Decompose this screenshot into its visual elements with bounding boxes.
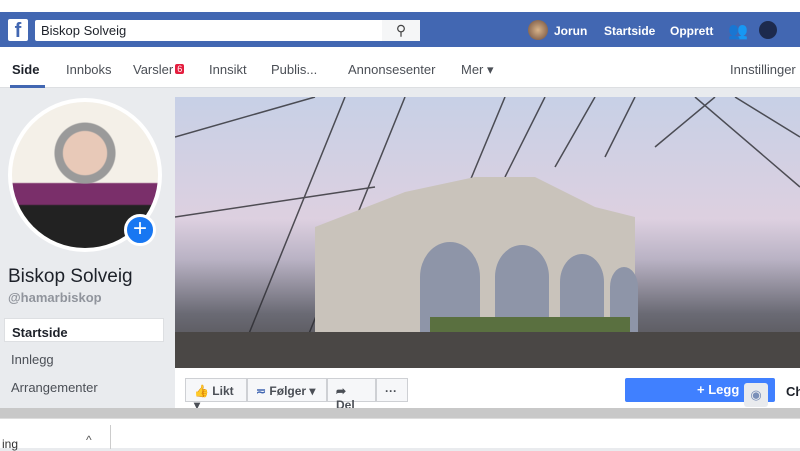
- facebook-logo[interactable]: f: [8, 19, 28, 42]
- tab-varsler[interactable]: Varsler 6: [133, 62, 185, 77]
- tab-more[interactable]: Mer ▾: [461, 62, 494, 78]
- rss-icon: ≂: [256, 384, 267, 398]
- download-bar: ing ^: [0, 418, 800, 451]
- sidebar-item-startside[interactable]: Startside: [4, 318, 164, 342]
- tab-publishing[interactable]: Publis...: [271, 62, 317, 77]
- tab-innsikt[interactable]: Innsikt: [209, 62, 247, 77]
- user-avatar[interactable]: [528, 20, 548, 40]
- notification-badge: 6: [175, 64, 185, 74]
- sidebar-item-arrangementer[interactable]: Arrangementer: [4, 374, 164, 398]
- search-value: Biskop Solveig: [41, 23, 127, 38]
- user-link[interactable]: Jorun: [554, 24, 587, 38]
- globe-icon[interactable]: ◉: [744, 383, 768, 407]
- messenger-icon[interactable]: [759, 21, 777, 39]
- share-icon: ➦: [336, 384, 347, 398]
- browser-bookmarks-strip: [0, 0, 800, 12]
- sidebar-item-innlegg[interactable]: Innlegg: [4, 346, 164, 370]
- follow-label: Følger ▾: [269, 384, 316, 398]
- tab-side[interactable]: Side: [12, 62, 39, 77]
- cover-photo[interactable]: [175, 97, 800, 368]
- download-file-name[interactable]: ing: [2, 437, 18, 451]
- create-link[interactable]: Opprett: [670, 24, 713, 38]
- like-button[interactable]: 👍 Likt ▾: [185, 378, 247, 412]
- tab-innboks[interactable]: Innboks: [66, 62, 112, 77]
- settings-link[interactable]: Innstillinger: [730, 62, 796, 77]
- share-button[interactable]: ➦ Del: [327, 378, 376, 412]
- page-handle[interactable]: @hamarbiskop: [8, 290, 102, 305]
- cover-image: [175, 97, 800, 368]
- search-input[interactable]: Biskop Solveig ⚲: [35, 20, 420, 41]
- tab-label: Varsler: [133, 62, 174, 77]
- page-name: Biskop Solveig: [8, 266, 133, 287]
- more-button[interactable]: ···: [376, 378, 408, 402]
- add-photo-button[interactable]: +: [124, 214, 156, 246]
- chevron-up-icon[interactable]: ^: [86, 433, 92, 447]
- search-icon[interactable]: ⚲: [382, 20, 420, 41]
- divider: [110, 425, 111, 449]
- tab-annonsesenter[interactable]: Annonsesenter: [348, 62, 435, 77]
- follow-button[interactable]: ≂ Følger ▾: [247, 378, 327, 402]
- active-tab-indicator: [10, 85, 45, 88]
- thumbs-up-icon: 👍: [194, 384, 209, 398]
- home-link[interactable]: Startside: [604, 24, 655, 38]
- friends-icon[interactable]: 👥: [728, 21, 748, 41]
- chat-tab[interactable]: Ch: [778, 376, 800, 408]
- window-divider: [0, 408, 800, 418]
